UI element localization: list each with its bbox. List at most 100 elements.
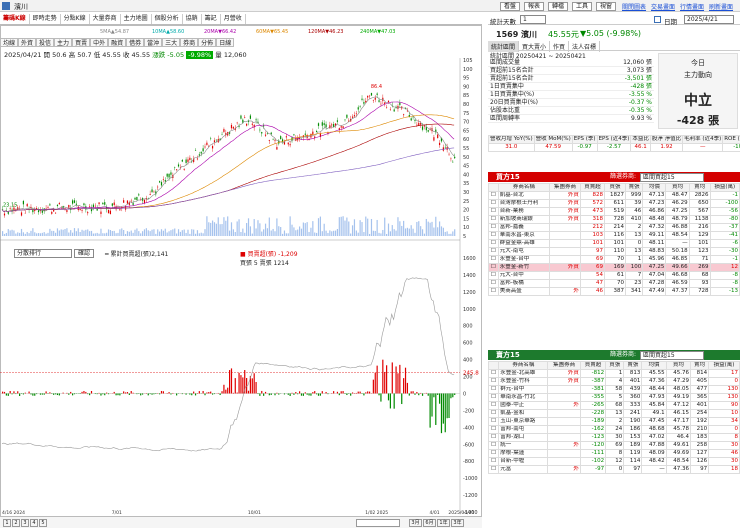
menu-button-4[interactable]: 視窗 [596,2,617,11]
row-checkbox[interactable]: ☐ [488,199,499,208]
row-checkbox[interactable]: ☐ [487,433,500,442]
row-checkbox[interactable]: ☐ [488,207,499,216]
page-2[interactable]: 2 [12,519,20,527]
range-btn-3[interactable]: 3年 [451,519,464,527]
menu-button-0[interactable]: 看盤 [500,2,521,11]
table-row[interactable]: ☐ 華南永昌-竹北 -355 5 360 47.93 49.19 365 130 [487,393,740,402]
sub-chart-select[interactable]: 分散排行 [14,249,72,258]
table-row[interactable]: ☐ 永豐金-北高雄 外資 -812 1 813 45.55 45.76 814 17 [487,369,740,378]
chart-option-10[interactable]: 券商 [180,38,199,47]
table-row[interactable]: ☐ 元大-台中 54 61 7 47.04 46.68 68 -8 [488,271,740,280]
tab-4[interactable]: 主力地圖 [121,14,152,24]
table-row[interactable]: ☐ 富邦-板橋 47 70 23 47.28 46.59 93 -8 [488,279,740,288]
table-row[interactable]: ☐ 永豐金-竹科 外資 -387 4 401 47.36 47.29 405 0 [487,377,740,386]
top-link-1[interactable]: 交易畫面 [651,2,675,11]
row-checkbox[interactable]: ☐ [487,449,500,458]
row-checkbox[interactable]: ☐ [487,385,500,394]
chart-option-9[interactable]: 三大 [162,38,181,47]
col-header[interactable]: 損益(萬) [709,183,740,192]
tab-8[interactable]: 月營收 [221,14,246,24]
row-checkbox[interactable]: ☐ [488,191,499,200]
tab-5[interactable]: 個股分析 [152,14,183,24]
col-header[interactable]: 券商名稱 [498,361,549,370]
page-5[interactable]: 5 [39,519,47,527]
tab-2[interactable]: 分點K線 [61,14,90,24]
page-1[interactable]: 1 [3,519,11,527]
top-link-0[interactable]: 關閉圖表 [622,2,646,11]
tab-0[interactable]: 籌碼K線 [0,14,30,24]
row-checkbox[interactable]: ☐ [488,231,499,240]
top-link-3[interactable]: 刷新畫面 [709,2,733,11]
col-header[interactable]: 賣均 [689,361,710,370]
row-checkbox[interactable]: ☐ [488,271,499,280]
row-checkbox[interactable]: ☐ [487,417,500,426]
table-row[interactable]: ☐ 富邦-嘉義 212 214 2 47.32 46.88 216 -37 [488,223,740,232]
table-row[interactable]: ☐ 新加坡商瑞銀 外資 318 728 410 48.48 48.79 1138 -80 [488,215,740,224]
menu-button-1[interactable]: 報表 [524,2,545,11]
table-row[interactable]: ☐ 玉山-東京華路 -189 2 190 47.45 47.17 192 34 [487,417,740,426]
table-row[interactable]: ☐ 凱基-金和 -228 13 241 49.1 46.15 254 10 [487,409,740,418]
row-checkbox[interactable]: ☐ [487,409,500,418]
col-header[interactable]: 買均 [665,361,691,370]
col-header[interactable]: 集團券商 [549,183,581,192]
chart-option-2[interactable]: 投信 [36,38,55,47]
range-btn-1[interactable]: 6月 [423,519,436,527]
chart-option-8[interactable]: 當沖 [144,38,163,47]
table-row[interactable]: ☐ 統一外 -120 69 189 47.88 49.61 258 30 [487,441,740,450]
chart-option-12[interactable]: 日線 [216,38,235,47]
row-checkbox[interactable]: ☐ [487,401,500,410]
row-checkbox[interactable]: ☐ [488,287,499,296]
col-header[interactable]: 買張 [605,361,625,370]
table-row[interactable]: ☐ 富邦-湖口 -123 30 153 47.02 46.4 183 8 [487,433,740,442]
chart-option-0[interactable]: 均線 [0,38,19,47]
col-header[interactable]: 買賣超 [579,183,606,192]
row-checkbox[interactable]: ☐ [488,263,499,272]
page-4[interactable]: 4 [30,519,38,527]
buy-filter-select[interactable]: 區間買超15 [640,173,704,182]
chart-option-7[interactable]: 借券 [126,38,145,47]
chart-option-6[interactable]: 融資 [108,38,127,47]
tab-7[interactable]: 籌記 [202,14,221,24]
sell-filter-select[interactable]: 區間買超15 [640,351,704,360]
col-check[interactable] [488,183,499,192]
row-checkbox[interactable]: ☐ [487,441,500,450]
col-check[interactable] [487,361,500,370]
range-btn-0[interactable]: 3月 [409,519,422,527]
col-header[interactable]: 均價 [642,183,667,192]
table-row[interactable]: ☐ 永豐金-台中 69 70 1 45.96 46.85 71 -1 [488,255,740,264]
table-row[interactable]: ☐ 群元-台中 -381 58 439 48.44 48.05 477 130 [487,385,740,394]
table-row[interactable]: ☐ 富邦-南屯 -162 24 186 48.68 45.78 210 0 [487,425,740,434]
row-checkbox[interactable]: ☐ [487,465,500,474]
menu-button-3[interactable]: 工具 [572,2,593,11]
row-checkbox[interactable]: ☐ [487,393,500,402]
table-row[interactable]: ☐ 台灣摩根士丹利 外資 572 611 39 47.23 46.29 650 -100 [488,199,740,208]
col-header[interactable]: 買賣超 [579,361,607,370]
table-row[interactable]: ☐ 元大-南屯 97 110 13 48.83 50.18 123 -30 [488,247,740,256]
table-row[interactable]: ☐ 華南永昌-東京 103 116 13 49.11 48.54 129 -41 [488,231,740,240]
col-header[interactable]: 買張 [604,183,626,192]
col-header[interactable]: 買均 [665,183,690,192]
chart-option-3[interactable]: 主力 [54,38,73,47]
row-checkbox[interactable]: ☐ [488,247,499,256]
menu-button-2[interactable]: 轉檔 [548,2,569,11]
table-row[interactable]: ☐ 元富外 -97 0 97—47.36 97 18 [487,465,740,474]
col-header[interactable]: 賣張 [624,183,644,192]
col-header[interactable]: 集團券商 [547,361,581,370]
table-row[interactable]: ☐ 永豐金-新竹 外資 69 169 100 47.25 49.66 269 12 [488,263,740,272]
table-row[interactable]: ☐ 群益金鼎-高雄 101 101 0 48.11—101 -6 [488,239,740,248]
table-row[interactable]: ☐ 凱基-台北 外資 828 1827 999 47.13 48.47 2826 -1 [488,191,740,200]
table-row[interactable]: ☐ 美商高盛外 46 387 341 47.49 47.37 728 -13 [488,287,740,296]
page-3[interactable]: 3 [21,519,29,527]
chart-option-5[interactable]: 中外 [90,38,109,47]
table-row[interactable]: ☐ 台新-中壢 -102 12 114 48.42 48.54 126 30 [487,457,740,466]
tab-3[interactable]: 大量券商 [90,14,121,24]
col-header[interactable]: 賣均 [688,183,711,192]
table-row[interactable]: ☐ 摩根-葉蓮 -111 8 119 48.09 49.69 127 46 [487,449,740,458]
col-header[interactable]: 賣張 [623,361,643,370]
row-checkbox[interactable]: ☐ [488,223,499,232]
tab-1[interactable]: 即時走勢 [30,14,61,24]
col-header[interactable]: 均價 [641,361,667,370]
row-checkbox[interactable]: ☐ [487,377,500,386]
top-link-2[interactable]: 行情畫面 [680,2,704,11]
chart-option-4[interactable]: 買賣 [72,38,91,47]
